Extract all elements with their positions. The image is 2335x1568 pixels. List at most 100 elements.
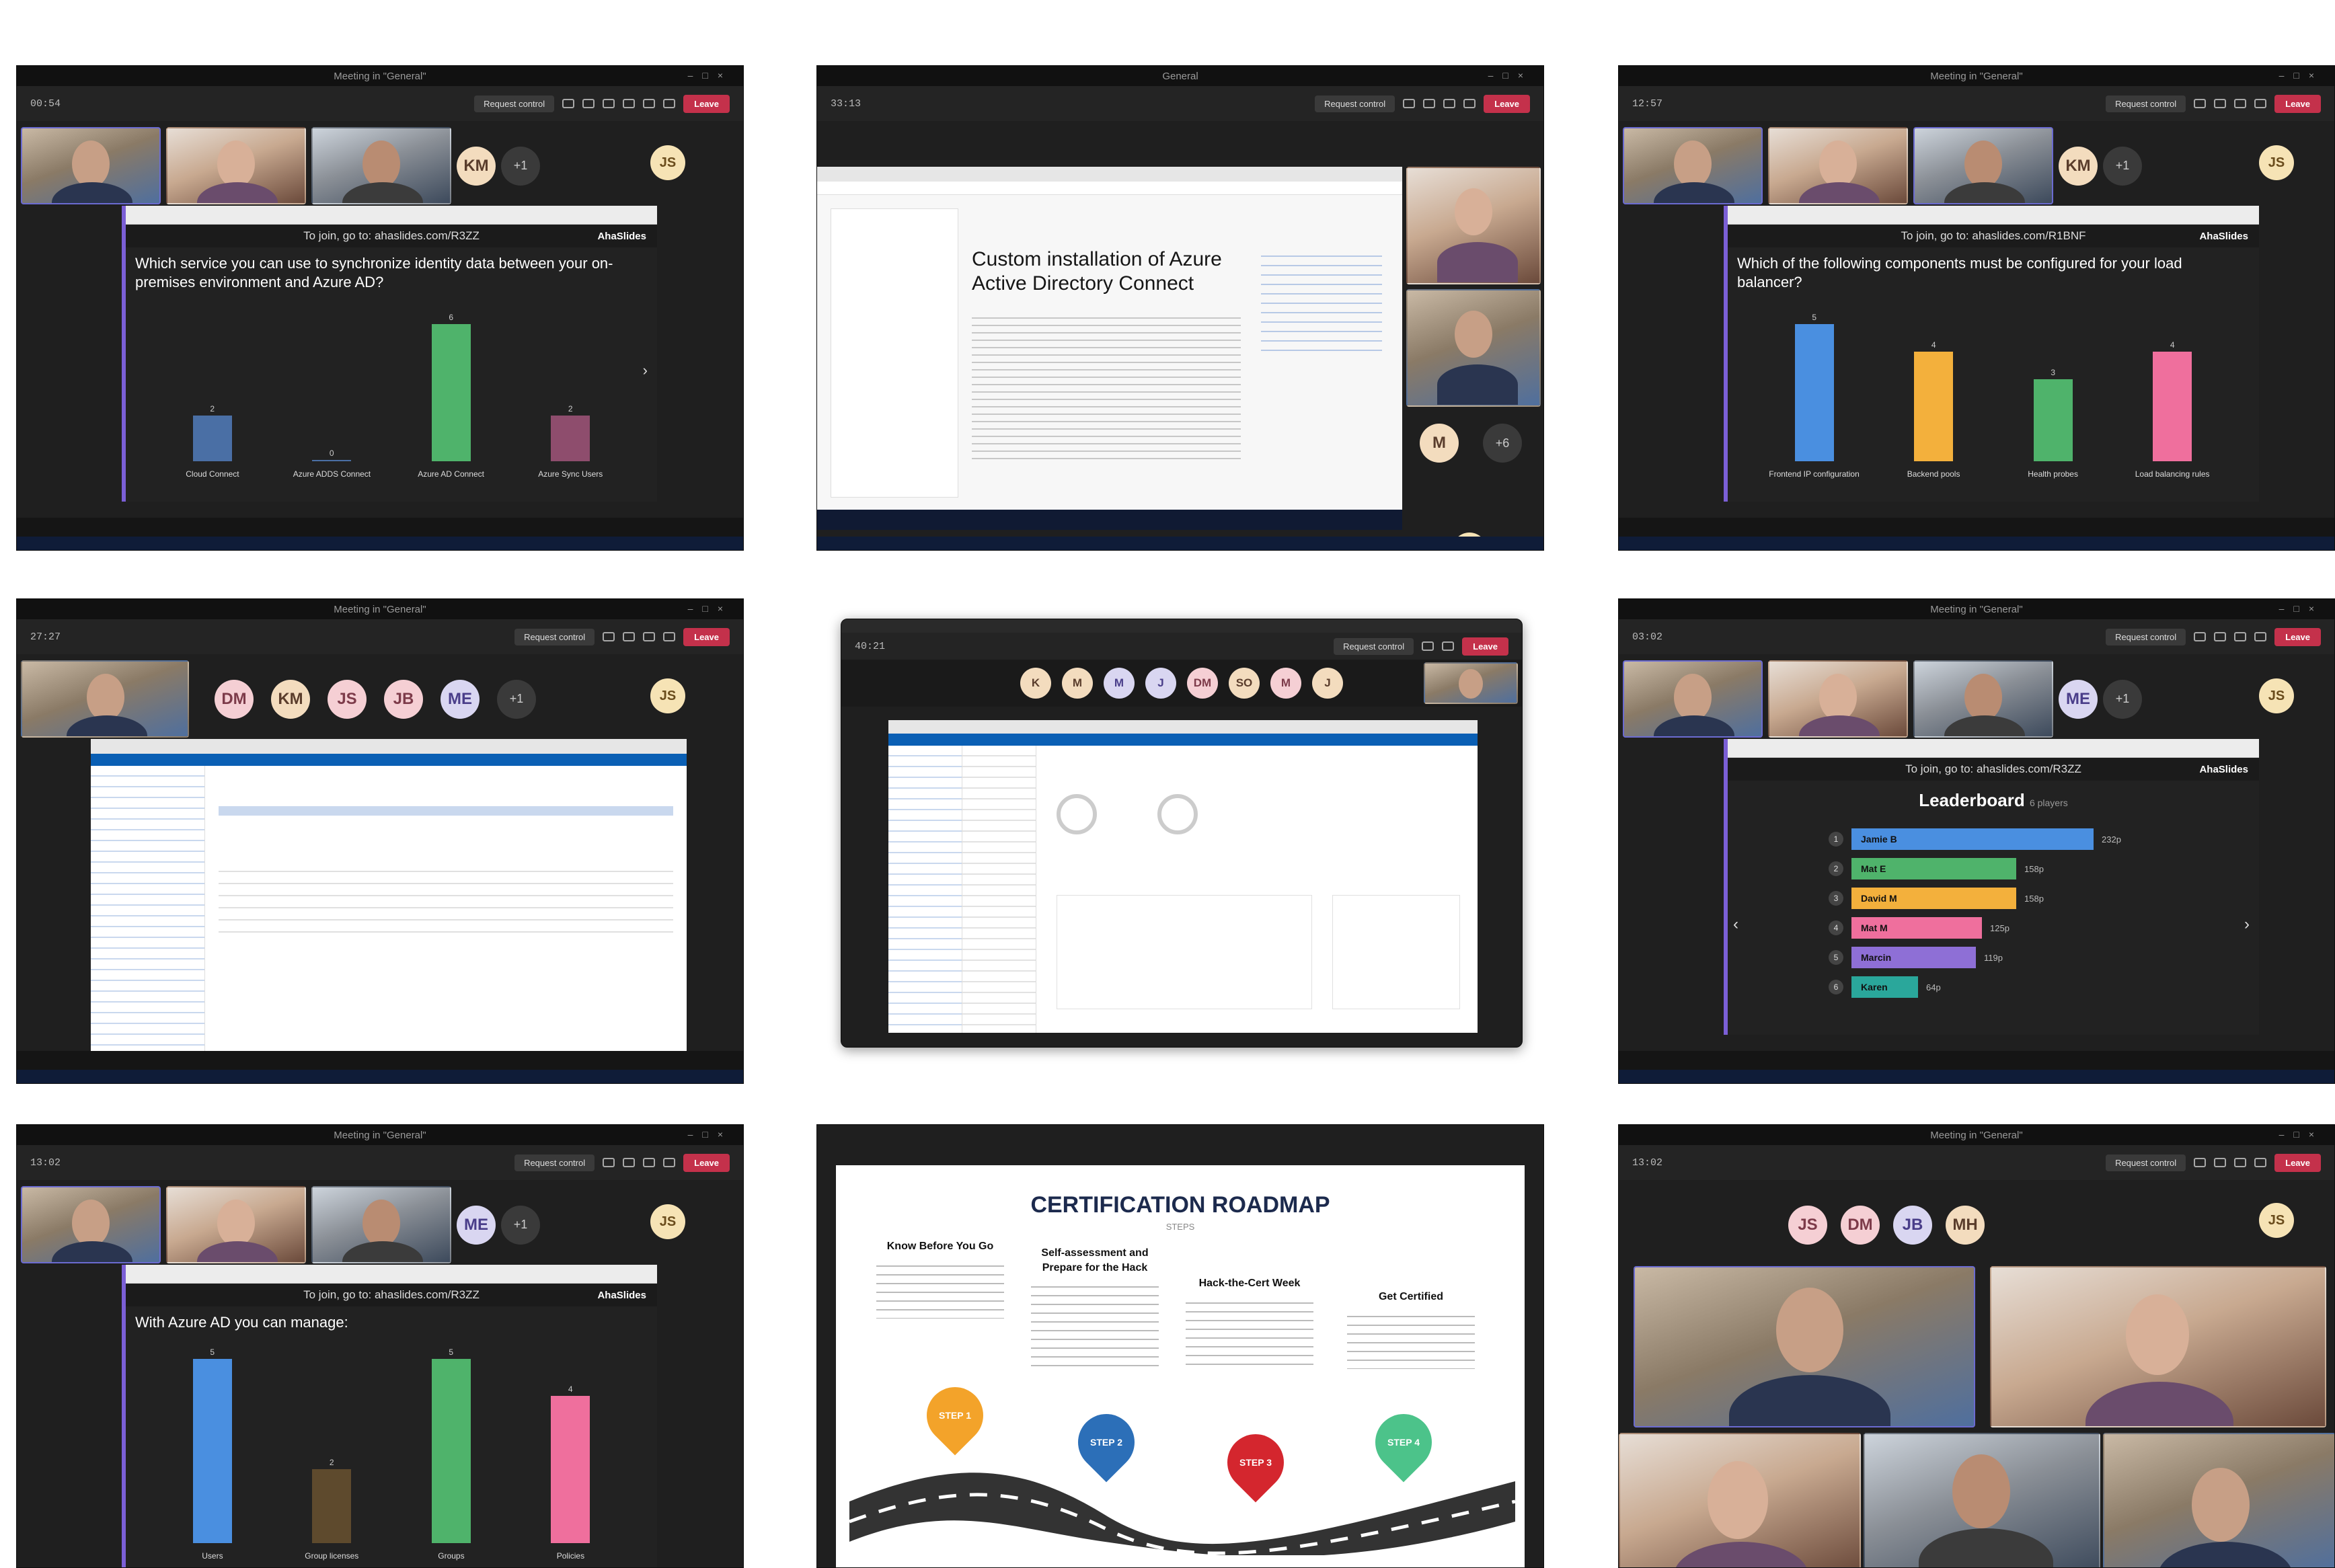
camera-icon[interactable] <box>643 1158 656 1167</box>
more-participants[interactable]: +1 <box>501 1205 540 1245</box>
reactions-icon[interactable] <box>603 99 615 108</box>
leave-button[interactable]: Leave <box>683 627 730 646</box>
docs-nav-tree[interactable] <box>831 208 958 498</box>
window-controls[interactable]: –□× <box>688 603 732 614</box>
participant-video[interactable] <box>1619 1433 1861 1567</box>
participant-video[interactable] <box>21 1186 161 1263</box>
participants-icon[interactable] <box>2194 1158 2207 1167</box>
participant-avatar[interactable]: J <box>1312 668 1343 699</box>
window-controls[interactable]: –□× <box>2279 603 2324 614</box>
leave-button[interactable]: Leave <box>1462 637 1508 656</box>
participant-video[interactable] <box>166 1186 306 1263</box>
mic-icon[interactable] <box>1463 99 1476 108</box>
mic-icon[interactable] <box>2254 1158 2267 1167</box>
participants-icon[interactable] <box>603 632 615 641</box>
mic-icon[interactable] <box>643 99 656 108</box>
chat-icon[interactable] <box>623 1158 636 1167</box>
request-control-button[interactable]: Request control <box>1334 637 1414 655</box>
participant-video[interactable] <box>1990 1266 2326 1427</box>
leave-button[interactable]: Leave <box>2274 1153 2321 1172</box>
request-control-button[interactable]: Request control <box>514 1154 595 1171</box>
address-bar[interactable] <box>817 182 1402 195</box>
participants-icon[interactable] <box>2194 99 2207 108</box>
request-control-button[interactable]: Request control <box>2106 95 2186 112</box>
participant-video[interactable] <box>2103 1433 2334 1567</box>
azure-side-menu[interactable] <box>888 746 962 1033</box>
camera-icon[interactable] <box>1443 99 1456 108</box>
participant-video[interactable] <box>166 127 306 204</box>
azure-table[interactable] <box>219 860 673 941</box>
leave-button[interactable]: Leave <box>683 1153 730 1172</box>
participant-video[interactable] <box>1913 660 2053 738</box>
participants-icon[interactable] <box>1422 641 1434 651</box>
participant-avatar[interactable]: KM <box>457 146 496 186</box>
next-arrow-icon[interactable]: › <box>643 362 648 379</box>
chat-icon[interactable] <box>582 99 595 108</box>
participant-avatar[interactable]: JB <box>1893 1205 1932 1245</box>
more-participants[interactable]: +6 <box>1483 424 1522 463</box>
leave-button[interactable]: Leave <box>1484 94 1530 113</box>
participant-avatar[interactable]: KM <box>271 679 310 719</box>
participant-video[interactable] <box>1424 662 1518 704</box>
participant-avatar[interactable]: DM <box>1841 1205 1880 1245</box>
participant-avatar[interactable]: J <box>1145 668 1176 699</box>
chat-icon[interactable] <box>2214 632 2227 641</box>
participant-avatar[interactable]: M <box>1104 668 1135 699</box>
participant-avatar[interactable]: KM <box>2059 146 2098 186</box>
azure-side-menu[interactable] <box>91 766 205 1055</box>
participant-avatar[interactable]: ME <box>2059 679 2098 719</box>
participant-video[interactable] <box>1623 127 1763 204</box>
participant-video[interactable] <box>1406 167 1541 284</box>
participant-avatar[interactable]: M <box>1420 424 1459 463</box>
request-control-button[interactable]: Request control <box>2106 1154 2186 1171</box>
request-control-button[interactable]: Request control <box>1315 95 1395 112</box>
chat-icon[interactable] <box>1442 641 1455 651</box>
participant-avatar[interactable]: JB <box>384 679 423 719</box>
participant-avatar[interactable]: MH <box>1946 1205 1985 1245</box>
participant-video[interactable] <box>1768 127 1908 204</box>
participant-video[interactable] <box>311 1186 451 1263</box>
camera-icon[interactable] <box>2234 632 2247 641</box>
participant-avatar[interactable]: DM <box>215 679 254 719</box>
more-participants[interactable]: +1 <box>2103 679 2142 719</box>
participants-icon[interactable] <box>1403 99 1416 108</box>
window-controls[interactable]: –□× <box>688 70 732 81</box>
window-controls[interactable]: –□× <box>688 1129 732 1140</box>
chat-icon[interactable] <box>2214 1158 2227 1167</box>
mic-icon[interactable] <box>663 1158 676 1167</box>
mic-icon[interactable] <box>2254 632 2267 641</box>
participant-video[interactable] <box>1623 660 1763 738</box>
participants-icon[interactable] <box>603 1158 615 1167</box>
participant-video[interactable] <box>21 127 161 204</box>
chat-icon[interactable] <box>1423 99 1436 108</box>
share-icon[interactable] <box>663 99 676 108</box>
prev-arrow-icon[interactable]: ‹ <box>1733 915 1738 934</box>
request-control-button[interactable]: Request control <box>514 628 595 645</box>
participant-avatar[interactable]: JS <box>328 679 367 719</box>
camera-icon[interactable] <box>2234 1158 2247 1167</box>
participants-icon[interactable] <box>562 99 575 108</box>
request-control-button[interactable]: Request control <box>474 95 555 112</box>
participant-avatar[interactable]: M <box>1270 668 1301 699</box>
participant-avatar[interactable]: JS <box>1788 1205 1827 1245</box>
azure-blade-menu[interactable] <box>962 746 1036 1033</box>
camera-icon[interactable] <box>623 99 636 108</box>
participant-video[interactable] <box>311 127 451 204</box>
participant-avatar[interactable]: SO <box>1229 668 1260 699</box>
chat-icon[interactable] <box>623 632 636 641</box>
window-controls[interactable]: –□× <box>1488 70 1533 81</box>
participant-avatar[interactable]: DM <box>1187 668 1218 699</box>
mic-icon[interactable] <box>663 632 676 641</box>
camera-icon[interactable] <box>2234 99 2247 108</box>
request-control-button[interactable]: Request control <box>2106 628 2186 645</box>
participant-avatar[interactable]: M <box>1062 668 1093 699</box>
participant-video[interactable] <box>1913 127 2053 204</box>
window-controls[interactable]: –□× <box>2279 70 2324 81</box>
camera-icon[interactable] <box>643 632 656 641</box>
participant-video[interactable] <box>1768 660 1908 738</box>
window-controls[interactable]: –□× <box>2279 1129 2324 1140</box>
leave-button[interactable]: Leave <box>683 94 730 113</box>
more-participants[interactable]: +1 <box>497 679 536 719</box>
chat-icon[interactable] <box>2214 99 2227 108</box>
participant-video[interactable] <box>1864 1433 2100 1567</box>
